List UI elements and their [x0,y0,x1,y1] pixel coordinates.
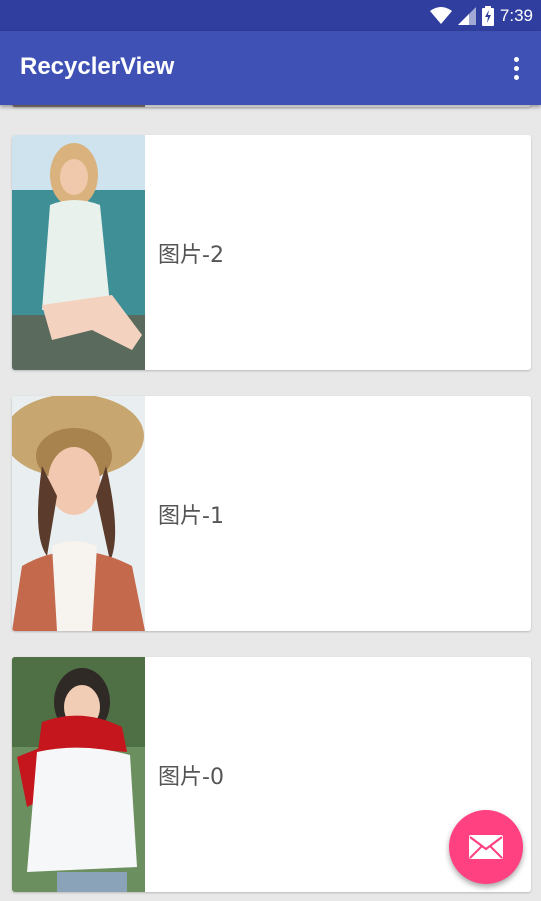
thumbnail-image [12,657,145,892]
mail-fab-button[interactable] [449,810,523,884]
mail-icon [469,835,503,859]
list-item[interactable]: 图片-1 [12,396,531,631]
app-title: RecyclerView [20,53,175,80]
status-time: 7:39 [499,6,533,25]
overflow-menu-icon[interactable] [501,53,531,83]
recycler-list[interactable]: 图片-2 图片-1 图片-0 [0,0,541,901]
cellular-signal-icon [457,7,476,25]
list-item-label: 图片-2 [158,242,224,268]
thumbnail-image [12,396,145,631]
wifi-icon [429,7,452,24]
status-bar: 7:39 [0,0,541,31]
app-bar: RecyclerView [0,31,541,105]
thumbnail-image [12,135,145,370]
list-item-label: 图片-1 [158,503,224,529]
battery-charging-icon [481,6,494,26]
list-item-label: 图片-0 [158,764,224,790]
list-item[interactable]: 图片-2 [12,135,531,370]
